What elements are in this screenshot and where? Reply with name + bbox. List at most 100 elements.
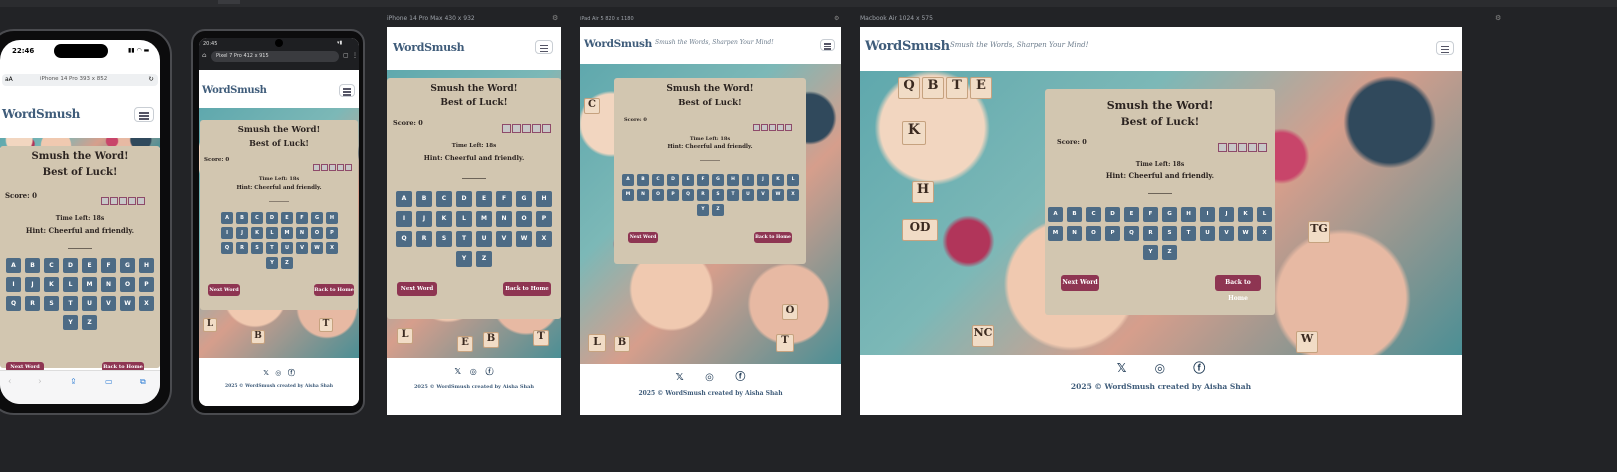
hamburger-icon[interactable]	[820, 39, 835, 51]
letter-key-z[interactable]: Z	[1162, 245, 1177, 260]
letter-key-v[interactable]: V	[101, 296, 116, 311]
letter-key-m[interactable]: M	[476, 211, 492, 227]
next-word-button[interactable]: Next Word	[1061, 275, 1099, 291]
next-word-button[interactable]: Next Word	[397, 282, 437, 296]
letter-key-g[interactable]: G	[712, 174, 724, 186]
address-bar[interactable]: aA iPhone 14 Pro 393 x 852 ↻	[2, 74, 158, 86]
letter-key-u[interactable]: U	[82, 296, 97, 311]
letter-key-x[interactable]: X	[139, 296, 154, 311]
back-icon[interactable]: ‹	[8, 377, 12, 387]
letter-key-i[interactable]: I	[396, 211, 412, 227]
letter-key-q[interactable]: Q	[1124, 226, 1139, 241]
letter-key-w[interactable]: W	[772, 189, 784, 201]
letter-key-q[interactable]: Q	[396, 231, 412, 247]
x-icon[interactable]: 𝕏	[454, 367, 460, 376]
letter-key-g[interactable]: G	[516, 191, 532, 207]
letter-key-l[interactable]: L	[266, 227, 278, 239]
letter-key-e[interactable]: E	[1124, 207, 1139, 222]
tabs-icon[interactable]: ⧉	[140, 377, 146, 387]
letter-key-t[interactable]: T	[456, 231, 472, 247]
letter-key-i[interactable]: I	[6, 277, 21, 292]
letter-key-a[interactable]: A	[396, 191, 412, 207]
letter-key-b[interactable]: B	[236, 212, 248, 224]
letter-key-u[interactable]: U	[1200, 226, 1215, 241]
letter-key-e[interactable]: E	[82, 258, 97, 273]
letter-key-f[interactable]: F	[1143, 207, 1158, 222]
letter-key-y[interactable]: Y	[697, 204, 709, 216]
letter-key-g[interactable]: G	[311, 212, 323, 224]
letter-key-t[interactable]: T	[1181, 226, 1196, 241]
letter-key-r[interactable]: R	[416, 231, 432, 247]
gear-icon[interactable]: ⚙	[552, 14, 558, 22]
letter-key-t[interactable]: T	[63, 296, 78, 311]
letter-key-b[interactable]: B	[1067, 207, 1082, 222]
brand-logo[interactable]: WordSmush	[202, 85, 267, 96]
letter-key-c[interactable]: C	[436, 191, 452, 207]
home-icon[interactable]: ⌂	[202, 52, 207, 59]
letter-key-w[interactable]: W	[311, 242, 323, 254]
letter-key-m[interactable]: M	[622, 189, 634, 201]
letter-key-q[interactable]: Q	[682, 189, 694, 201]
letter-key-k[interactable]: K	[436, 211, 452, 227]
letter-key-l[interactable]: L	[63, 277, 78, 292]
menu-icon[interactable]: ⋮	[352, 52, 358, 59]
letter-key-m[interactable]: M	[82, 277, 97, 292]
letter-key-x[interactable]: X	[536, 231, 552, 247]
hamburger-icon[interactable]	[339, 84, 355, 97]
letter-key-h[interactable]: H	[139, 258, 154, 273]
letter-key-c[interactable]: C	[251, 212, 263, 224]
letter-key-n[interactable]: N	[101, 277, 116, 292]
letter-key-v[interactable]: V	[757, 189, 769, 201]
letter-key-u[interactable]: U	[476, 231, 492, 247]
letter-key-p[interactable]: P	[139, 277, 154, 292]
letter-key-i[interactable]: I	[742, 174, 754, 186]
letter-key-c[interactable]: C	[44, 258, 59, 273]
share-icon[interactable]: ⇪	[70, 377, 77, 386]
letter-key-q[interactable]: Q	[221, 242, 233, 254]
letter-key-a[interactable]: A	[1048, 207, 1063, 222]
letter-key-f[interactable]: F	[296, 212, 308, 224]
letter-key-s[interactable]: S	[436, 231, 452, 247]
instagram-icon[interactable]: ◎	[705, 372, 714, 383]
letter-key-x[interactable]: X	[326, 242, 338, 254]
next-word-button[interactable]: Next Word	[628, 232, 658, 243]
instagram-icon[interactable]: ◎	[470, 367, 477, 376]
hamburger-icon[interactable]	[134, 107, 154, 122]
next-word-button[interactable]: Next Word	[208, 284, 240, 296]
facebook-icon[interactable]: ⓕ	[288, 368, 295, 378]
letter-key-r[interactable]: R	[236, 242, 248, 254]
letter-key-z[interactable]: Z	[476, 251, 492, 267]
brand-logo[interactable]: WordSmush	[584, 38, 652, 50]
back-home-button[interactable]: Back to Home	[754, 232, 792, 243]
letter-key-b[interactable]: B	[416, 191, 432, 207]
letter-key-v[interactable]: V	[496, 231, 512, 247]
letter-key-z[interactable]: Z	[712, 204, 724, 216]
letter-key-r[interactable]: R	[1143, 226, 1158, 241]
letter-key-s[interactable]: S	[44, 296, 59, 311]
letter-key-a[interactable]: A	[6, 258, 21, 273]
letter-key-h[interactable]: H	[1181, 207, 1196, 222]
letter-key-j[interactable]: J	[416, 211, 432, 227]
letter-key-k[interactable]: K	[772, 174, 784, 186]
letter-key-j[interactable]: J	[25, 277, 40, 292]
forward-icon[interactable]: ›	[38, 377, 42, 387]
instagram-icon[interactable]: ◎	[1155, 361, 1165, 375]
letter-key-h[interactable]: H	[326, 212, 338, 224]
letter-key-d[interactable]: D	[456, 191, 472, 207]
letter-key-k[interactable]: K	[1238, 207, 1253, 222]
letter-key-h[interactable]: H	[727, 174, 739, 186]
facebook-icon[interactable]: ⓕ	[486, 366, 494, 377]
bookmarks-icon[interactable]: ▭	[105, 377, 113, 386]
letter-key-o[interactable]: O	[652, 189, 664, 201]
letter-key-z[interactable]: Z	[281, 257, 293, 269]
letter-key-b[interactable]: B	[25, 258, 40, 273]
letter-key-p[interactable]: P	[1105, 226, 1120, 241]
letter-key-w[interactable]: W	[120, 296, 135, 311]
letter-key-d[interactable]: D	[63, 258, 78, 273]
letter-key-m[interactable]: M	[281, 227, 293, 239]
letter-key-z[interactable]: Z	[82, 315, 97, 330]
letter-key-d[interactable]: D	[1105, 207, 1120, 222]
brand-logo[interactable]: WordSmush	[865, 39, 950, 54]
letter-key-t[interactable]: T	[266, 242, 278, 254]
letter-key-u[interactable]: U	[281, 242, 293, 254]
